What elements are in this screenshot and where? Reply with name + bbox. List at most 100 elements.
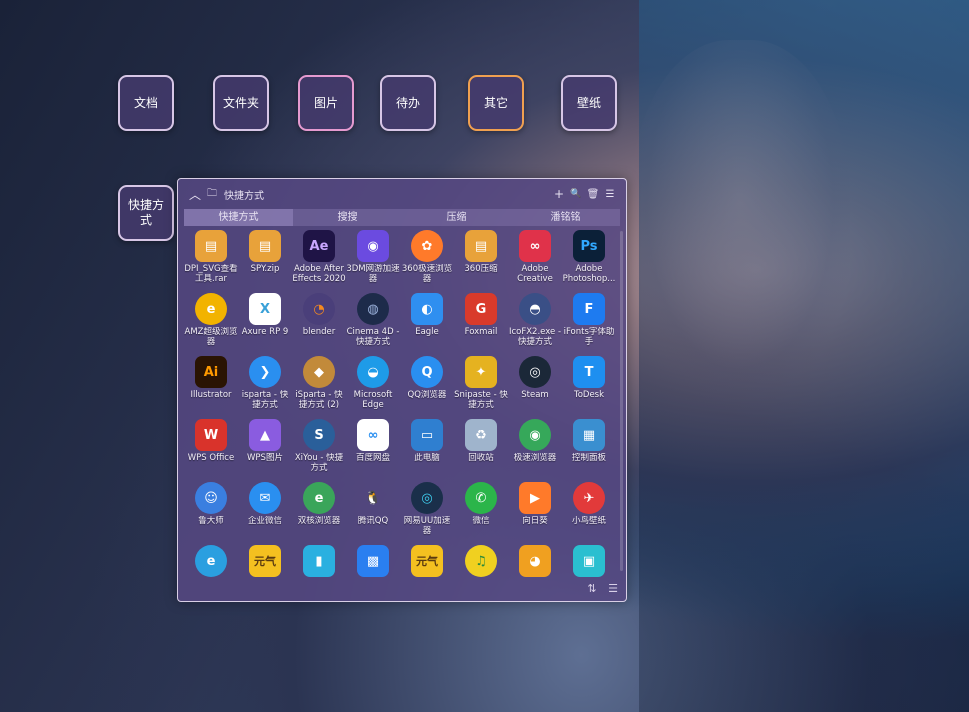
app-shortcut[interactable]: ◕ xyxy=(508,544,562,607)
app-icon: ♻ xyxy=(465,419,497,451)
app-shortcut[interactable]: ◓ IcoFX2.exe - 快捷方式 xyxy=(508,292,562,355)
desktop-tile-2[interactable]: 图片 xyxy=(298,75,354,131)
desktop-tile-1[interactable]: 文件夹 xyxy=(213,75,269,131)
app-icon: e xyxy=(195,545,227,577)
app-icon: X xyxy=(249,293,281,325)
app-shortcut[interactable]: ▤ DPI_SVG查看工具.rar xyxy=(184,229,238,292)
app-shortcut[interactable]: ◔ blender xyxy=(292,292,346,355)
app-grid: ▤ DPI_SVG查看工具.rar ▤ SPY.zip Ae Adobe After Ef… xyxy=(184,229,616,607)
app-icon: Q xyxy=(411,356,443,388)
app-shortcut[interactable]: 元气 xyxy=(400,544,454,607)
app-shortcut[interactable]: ♫ xyxy=(454,544,508,607)
app-label: 网易UU加速器 xyxy=(403,516,451,536)
tab-3[interactable]: 潘铭铭 xyxy=(511,209,620,226)
app-shortcut[interactable]: ◎ 网易UU加速器 xyxy=(400,481,454,544)
panel-tabs: 快捷方式 搜搜 压缩 潘铭铭 xyxy=(184,209,620,226)
app-label: Eagle xyxy=(415,327,439,337)
app-shortcut[interactable]: Ps Adobe Photoshop... xyxy=(562,229,616,292)
sort-icon[interactable]: ⇅ xyxy=(587,582,596,595)
app-shortcut[interactable]: Ae Adobe After Effects 2020 xyxy=(292,229,346,292)
app-label: ToDesk xyxy=(573,390,605,400)
app-shortcut[interactable]: ❯ isparta - 快捷方式 xyxy=(238,355,292,418)
app-shortcut[interactable]: ▤ SPY.zip xyxy=(238,229,292,292)
app-shortcut[interactable]: ◆ iSparta - 快捷方式 (2) xyxy=(292,355,346,418)
tab-0[interactable]: 快捷方式 xyxy=(184,209,293,226)
app-shortcut[interactable]: FiFonts字体助手 xyxy=(562,292,616,355)
app-label: 企业微信 xyxy=(247,516,282,526)
app-icon: ✈ xyxy=(573,482,605,514)
app-icon: ▤ xyxy=(465,230,497,262)
app-label: Foxmail xyxy=(464,327,498,337)
app-shortcut[interactable]: G Foxmail xyxy=(454,292,508,355)
app-shortcut[interactable]: ✦ Snipaste - 快捷方式 xyxy=(454,355,508,418)
app-shortcut[interactable]: ◍ Cinema 4D - 快捷方式 xyxy=(346,292,400,355)
app-shortcut[interactable]: ∞Adobe Creative Cl... xyxy=(508,229,562,292)
app-icon: ◔ xyxy=(303,293,335,325)
app-shortcut[interactable]: ✆ 微信 xyxy=(454,481,508,544)
app-shortcut[interactable]: ◐ Eagle xyxy=(400,292,454,355)
app-shortcut[interactable]: ▤ 360压缩 xyxy=(454,229,508,292)
app-icon: ◉ xyxy=(519,419,551,451)
folder-icon: 🗀 xyxy=(207,187,217,199)
app-shortcut[interactable]: ◉ 3DM网游加速器 xyxy=(346,229,400,292)
app-label: 向日葵 xyxy=(522,516,548,526)
app-shortcut[interactable]: ◎ Steam xyxy=(508,355,562,418)
app-shortcut[interactable]: ◉ 极速浏览器 xyxy=(508,418,562,481)
app-shortcut[interactable]: ▩ xyxy=(346,544,400,607)
app-shortcut[interactable]: Q QQ浏览器 xyxy=(400,355,454,418)
collapse-icon[interactable]: ︿ xyxy=(187,186,203,203)
desktop-tile-label: 快捷方式 xyxy=(127,198,164,227)
app-shortcut[interactable]: T ToDesk xyxy=(562,355,616,418)
app-shortcut[interactable]: ✿ 360极速浏览器 xyxy=(400,229,454,292)
list-view-icon[interactable]: ☰ xyxy=(608,582,618,595)
app-shortcut[interactable]: ▶ 向日葵 xyxy=(508,481,562,544)
app-icon: ∞ xyxy=(357,419,389,451)
desktop-tile-4[interactable]: 其它 xyxy=(468,75,524,131)
trash-icon[interactable]: 🗑 xyxy=(585,189,601,200)
app-shortcut[interactable]: 🐧 腾讯QQ xyxy=(346,481,400,544)
app-icon: ✿ xyxy=(411,230,443,262)
app-shortcut[interactable]: ☺ 鲁大师 xyxy=(184,481,238,544)
app-icon: ◎ xyxy=(411,482,443,514)
app-label: WPS图片 xyxy=(247,453,283,463)
app-icon: e xyxy=(303,482,335,514)
app-label: 回收站 xyxy=(468,453,494,463)
app-shortcut[interactable]: S XiYou - 快捷方式 xyxy=(292,418,346,481)
app-shortcut[interactable]: e xyxy=(184,544,238,607)
search-icon[interactable]: 🔍 xyxy=(568,189,584,199)
desktop-tile-3[interactable]: 待办 xyxy=(380,75,436,131)
app-icon: 元气 xyxy=(249,545,281,577)
add-icon[interactable]: + xyxy=(551,187,567,201)
tab-2[interactable]: 压缩 xyxy=(402,209,511,226)
menu-icon[interactable]: ☰ xyxy=(602,189,618,200)
app-icon: ◍ xyxy=(357,293,389,325)
desktop-tile-6[interactable]: 快捷方式 xyxy=(118,185,174,241)
app-shortcut[interactable]: ∞ 百度网盘 xyxy=(346,418,400,481)
scrollbar[interactable] xyxy=(620,231,623,571)
app-shortcut[interactable]: 元气 xyxy=(238,544,292,607)
desktop-tile-label: 文档 xyxy=(133,95,158,110)
desktop-tile-0[interactable]: 文档 xyxy=(118,75,174,131)
app-shortcut[interactable]: X Axure RP 9 xyxy=(238,292,292,355)
app-shortcut[interactable]: ▮ xyxy=(292,544,346,607)
app-shortcut[interactable]: ▣ xyxy=(562,544,616,607)
app-shortcut[interactable]: e 双核浏览器 xyxy=(292,481,346,544)
app-shortcut[interactable]: ✈ 小鸟壁纸 xyxy=(562,481,616,544)
app-label: Snipaste - 快捷方式 xyxy=(454,390,508,410)
tab-1[interactable]: 搜搜 xyxy=(293,209,402,226)
app-shortcut[interactable]: ▲ WPS图片 xyxy=(238,418,292,481)
app-shortcut[interactable]: ◒ Microsoft Edge xyxy=(346,355,400,418)
app-shortcut[interactable]: e AMZ超级浏览器 xyxy=(184,292,238,355)
shortcut-panel: ︿ 🗀 快捷方式 + 🔍 🗑 ☰ 快捷方式 搜搜 压缩 潘铭铭 ▤ DPI_SVG查看工… xyxy=(177,178,627,602)
app-shortcut[interactable]: ▭ 此电脑 xyxy=(400,418,454,481)
app-shortcut[interactable]: Ai Illustrator xyxy=(184,355,238,418)
app-shortcut[interactable]: ▦ 控制面板 xyxy=(562,418,616,481)
desktop-tile-5[interactable]: 壁纸 xyxy=(561,75,617,131)
app-shortcut[interactable]: ✉ 企业微信 xyxy=(238,481,292,544)
app-icon: ◐ xyxy=(411,293,443,325)
wallpaper-hair xyxy=(639,0,969,712)
app-label: XiYou - 快捷方式 xyxy=(294,453,344,473)
app-shortcut[interactable]: W WPS Office xyxy=(184,418,238,481)
app-icon: ▩ xyxy=(357,545,389,577)
app-shortcut[interactable]: ♻ 回收站 xyxy=(454,418,508,481)
